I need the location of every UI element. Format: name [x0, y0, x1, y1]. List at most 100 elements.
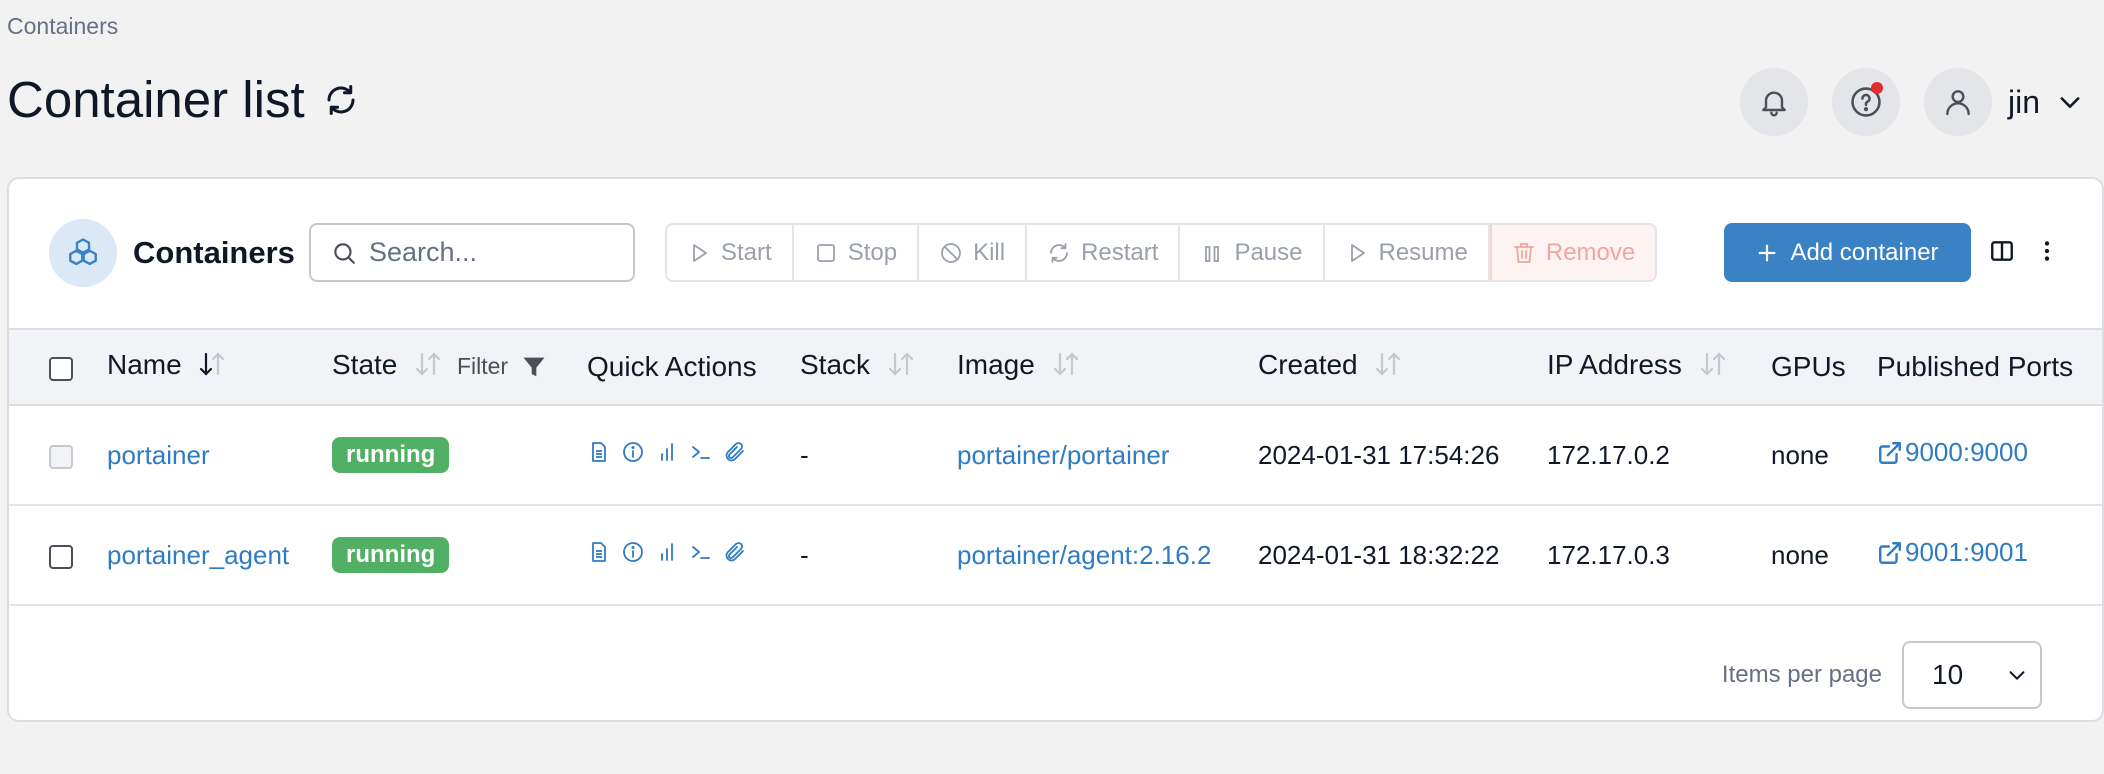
- created-cell: 2024-01-31 18:32:22: [1258, 539, 1500, 570]
- kill-button[interactable]: Kill: [919, 225, 1028, 280]
- image-link[interactable]: portainer/agent:2.16.2: [957, 540, 1211, 570]
- select-all-checkbox[interactable]: [49, 356, 73, 381]
- quick-actions: [587, 540, 747, 564]
- published-port-link[interactable]: 9000:9000: [1877, 437, 2028, 468]
- created-cell: 2024-01-31 17:54:26: [1258, 439, 1500, 470]
- user-name: jin: [2007, 83, 2040, 120]
- chevron-down-icon: [2060, 97, 2080, 108]
- table-row: portainer running - portainer/portainer …: [9, 405, 2102, 505]
- filter-icon[interactable]: [520, 353, 548, 381]
- play-icon: [1350, 243, 1365, 262]
- column-stack[interactable]: Stack: [800, 329, 957, 405]
- column-image[interactable]: Image: [957, 329, 1258, 405]
- column-gpus: GPUs: [1771, 351, 1846, 382]
- ip-cell: 172.17.0.2: [1547, 439, 1670, 470]
- column-name-label: Name: [107, 349, 182, 381]
- user-menu[interactable]: jin: [1923, 68, 2084, 136]
- gpus-cell: none: [1771, 539, 1829, 570]
- gpus-cell: none: [1771, 439, 1829, 470]
- pause-label: Pause: [1234, 238, 1303, 266]
- column-image-label: Image: [957, 349, 1035, 381]
- help-button[interactable]: [1831, 68, 1900, 136]
- remove-label: Remove: [1545, 238, 1636, 266]
- page-title: Container list: [7, 71, 305, 128]
- user-icon: [1946, 90, 1970, 116]
- breadcrumb[interactable]: Containers: [7, 13, 118, 40]
- restart-button[interactable]: Restart: [1027, 225, 1181, 280]
- sort-icon: [1373, 350, 1403, 385]
- start-button[interactable]: Start: [667, 225, 794, 280]
- kill-label: Kill: [973, 238, 1006, 266]
- refresh-icon[interactable]: [321, 80, 361, 120]
- quick-actions: [587, 440, 747, 464]
- ban-icon: [941, 242, 961, 263]
- logs-icon[interactable]: [587, 440, 611, 464]
- notification-dot: [1870, 82, 1883, 94]
- remove-button[interactable]: Remove: [1489, 225, 1656, 280]
- add-container-button[interactable]: Add container: [1724, 223, 1971, 282]
- table-header-row: Name State Filter Quick Actions Stack Im…: [9, 329, 2102, 405]
- column-created-label: Created: [1258, 349, 1358, 381]
- pause-icon: [1205, 245, 1220, 262]
- attach-icon[interactable]: [723, 540, 747, 564]
- info-icon[interactable]: [621, 540, 645, 564]
- containers-table: Name State Filter Quick Actions Stack Im…: [9, 328, 2102, 606]
- row-checkbox[interactable]: [49, 544, 73, 569]
- container-name-link[interactable]: portainer_agent: [107, 540, 289, 570]
- image-link[interactable]: portainer/portainer: [957, 440, 1169, 470]
- column-created[interactable]: Created: [1258, 329, 1547, 405]
- container-name-link[interactable]: portainer: [107, 440, 210, 470]
- stats-icon[interactable]: [655, 440, 679, 464]
- stop-button[interactable]: Stop: [793, 225, 920, 280]
- ip-cell: 172.17.0.3: [1547, 539, 1670, 570]
- items-per-page-select[interactable]: 10: [1902, 640, 2042, 709]
- column-stack-label: Stack: [800, 349, 871, 381]
- column-ip[interactable]: IP Address: [1547, 329, 1771, 405]
- pause-button[interactable]: Pause: [1180, 225, 1325, 280]
- add-container-label: Add container: [1790, 238, 1939, 266]
- resume-button[interactable]: Resume: [1324, 225, 1490, 280]
- logs-icon[interactable]: [587, 540, 611, 564]
- sort-icon: [1051, 350, 1081, 385]
- stop-label: Stop: [847, 238, 898, 266]
- trash-icon: [1513, 242, 1534, 263]
- card-title: Containers: [133, 235, 295, 270]
- stats-icon[interactable]: [655, 540, 679, 564]
- start-label: Start: [721, 238, 772, 266]
- column-ip-label: IP Address: [1547, 349, 1682, 381]
- console-icon[interactable]: [689, 540, 713, 564]
- column-ports: Published Ports: [1877, 351, 2074, 382]
- resume-label: Resume: [1378, 238, 1468, 266]
- external-link-icon: [1879, 541, 1901, 564]
- status-badge: running: [332, 437, 450, 473]
- search-box[interactable]: [309, 223, 635, 282]
- header-actions: jin: [1739, 68, 2084, 136]
- stack-cell: -: [800, 539, 809, 570]
- search-icon: [334, 242, 355, 264]
- table-toolbar: Containers Start Stop Kill Restart: [9, 179, 2102, 328]
- chevron-down-icon: [2009, 670, 2025, 680]
- filter-label[interactable]: Filter: [457, 353, 508, 379]
- port-label: 9001:9001: [1905, 537, 2028, 568]
- status-badge: running: [332, 537, 450, 573]
- info-icon[interactable]: [621, 440, 645, 464]
- console-icon[interactable]: [689, 440, 713, 464]
- port-label: 9000:9000: [1905, 437, 2028, 468]
- columns-toggle-icon[interactable]: [1986, 235, 2018, 267]
- table-row: portainer_agent running - portainer/agen…: [9, 505, 2102, 605]
- page-header: Container list: [7, 70, 361, 129]
- more-vertical-icon[interactable]: [2031, 235, 2063, 267]
- search-input[interactable]: [369, 237, 619, 268]
- column-state[interactable]: State Filter: [332, 329, 587, 405]
- table-footer: Items per page 10: [9, 627, 2102, 720]
- bulk-actions: Start Stop Kill Restart Pause Resume Rem…: [665, 223, 1658, 282]
- attach-icon[interactable]: [723, 440, 747, 464]
- play-icon: [693, 243, 707, 262]
- column-name[interactable]: Name: [107, 329, 332, 405]
- published-port-link[interactable]: 9001:9001: [1877, 537, 2028, 568]
- notifications-button[interactable]: [1739, 68, 1808, 136]
- row-checkbox[interactable]: [49, 444, 73, 469]
- avatar: [1923, 68, 1992, 136]
- sort-icon: [1698, 350, 1728, 385]
- external-link-icon: [1879, 441, 1901, 464]
